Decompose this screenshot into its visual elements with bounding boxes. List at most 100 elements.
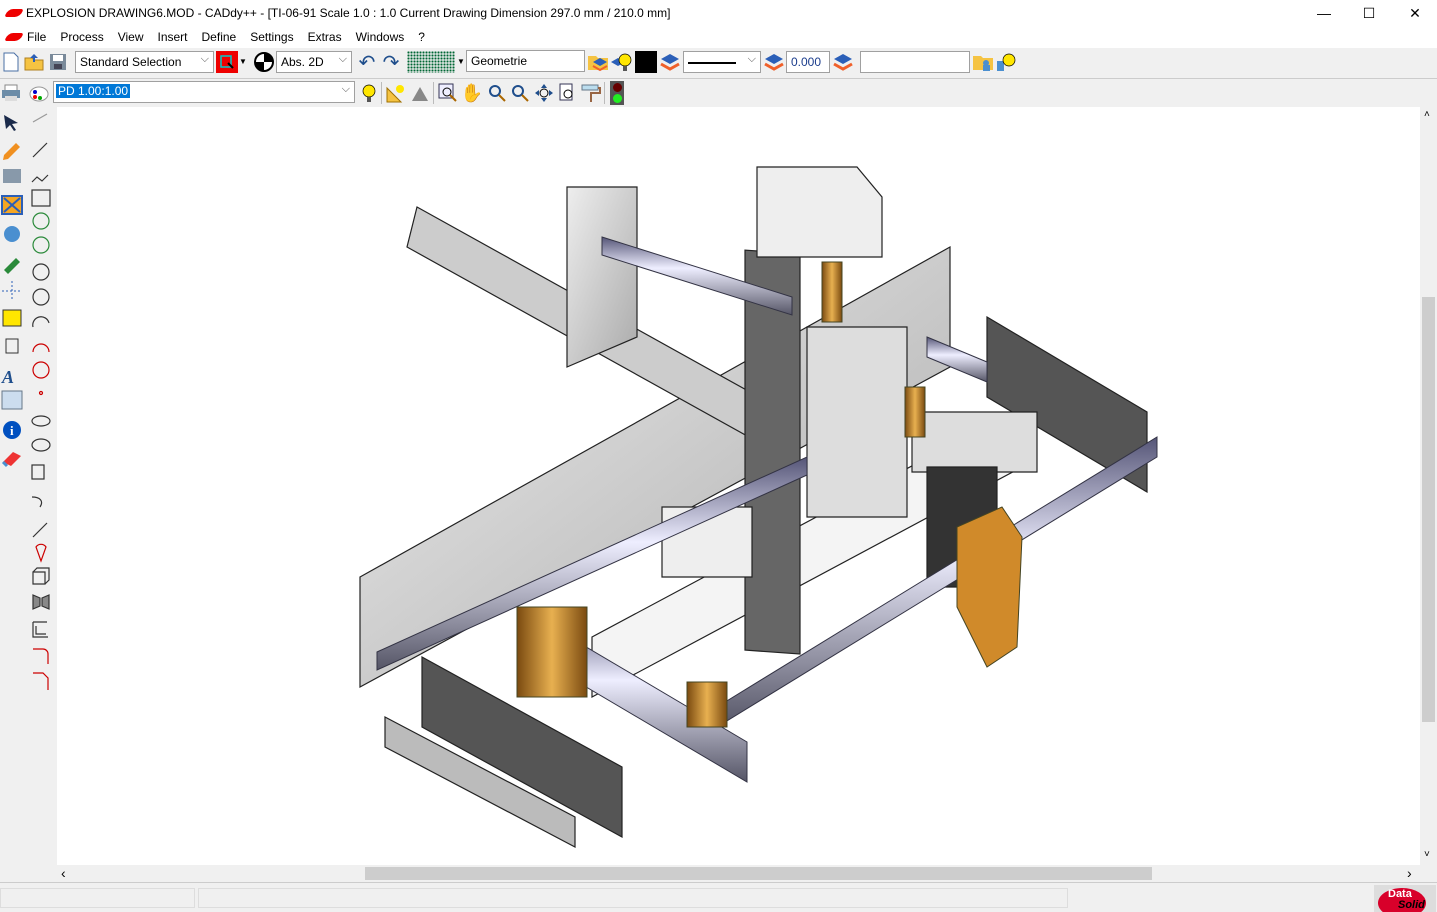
circle-concentric-icon[interactable] <box>32 236 50 254</box>
save-icon[interactable] <box>47 51 69 73</box>
polyline-icon[interactable] <box>31 174 49 183</box>
layer-visibility-icon[interactable] <box>610 51 632 73</box>
open-folder-icon[interactable] <box>23 51 45 73</box>
coordinate-mode-select[interactable]: Abs. 2D <box>276 51 352 73</box>
scroll-down-button[interactable]: ˅ <box>1424 849 1430 860</box>
svg-text:A: A <box>1 367 14 387</box>
minimize-button[interactable]: — <box>1301 0 1347 26</box>
chamfer-icon[interactable] <box>33 672 49 690</box>
traffic-light-icon[interactable] <box>610 81 624 105</box>
status-bar: Data Solid <box>0 882 1437 912</box>
line-icon[interactable] <box>32 142 48 158</box>
close-button[interactable]: ✕ <box>1392 0 1437 26</box>
layers-icon-2[interactable] <box>763 51 785 73</box>
zoom-out-icon[interactable] <box>509 82 531 104</box>
layer-folder-icon[interactable] <box>587 51 609 73</box>
set-square-icon[interactable] <box>385 82 407 104</box>
mirror-icon[interactable] <box>32 594 50 610</box>
menu-define[interactable]: Define <box>195 30 244 44</box>
pencil-draw-icon[interactable] <box>3 143 20 160</box>
parallel-line-icon[interactable] <box>32 522 48 538</box>
construction-lines-icon[interactable] <box>2 281 22 301</box>
fillet-icon[interactable] <box>33 648 49 664</box>
new-file-icon[interactable] <box>0 51 22 73</box>
select-arrow-icon[interactable] <box>4 115 18 131</box>
dimension-icon[interactable] <box>2 309 22 327</box>
grid-icon[interactable] <box>407 51 455 73</box>
maximize-button[interactable]: ☐ <box>1346 0 1392 26</box>
redo-icon[interactable]: ↷ <box>380 51 402 74</box>
sketch-icon[interactable] <box>31 464 45 480</box>
circle-tangent-icon[interactable] <box>32 361 50 379</box>
circle-center-icon[interactable] <box>32 212 50 230</box>
zoom-in-icon[interactable] <box>486 82 508 104</box>
ellipse-box-icon[interactable] <box>31 438 51 452</box>
hatch-icon[interactable] <box>1 390 23 410</box>
print-icon[interactable] <box>0 82 22 104</box>
dropdown-arrow-icon[interactable]: ▼ <box>239 57 247 66</box>
grid-dropdown-arrow-icon[interactable]: ▼ <box>457 57 465 66</box>
layers-icon-3[interactable] <box>832 51 854 73</box>
palette-icon[interactable] <box>28 82 50 104</box>
menu-insert[interactable]: Insert <box>151 30 195 44</box>
circle-three-point-icon[interactable] <box>32 288 50 306</box>
layers-icon[interactable] <box>659 51 681 73</box>
light-bulb-icon[interactable] <box>358 82 380 104</box>
text-field[interactable] <box>860 51 970 73</box>
color-swatch[interactable] <box>635 51 657 73</box>
modify-tools-icon[interactable] <box>3 169 21 183</box>
selection-mode-select[interactable]: Standard Selection <box>75 51 214 73</box>
group-folder-icon[interactable] <box>972 51 994 73</box>
zoom-page-icon[interactable] <box>556 82 578 104</box>
menu-settings[interactable]: Settings <box>243 30 300 44</box>
view-scale-value: PD 1.00:1.00 <box>56 84 131 98</box>
contour-icon[interactable] <box>35 543 47 563</box>
zoom-all-icon[interactable] <box>533 82 555 104</box>
scroll-left-button[interactable]: ‹ <box>61 865 66 881</box>
horizontal-scrollbar[interactable]: ‹ › <box>57 865 1420 882</box>
paint-roller-icon[interactable] <box>580 82 602 104</box>
delete-element-icon[interactable] <box>1 195 23 215</box>
eraser-icon[interactable] <box>1 452 21 468</box>
undo-icon[interactable]: ↶ <box>356 51 378 74</box>
rotate-icon[interactable] <box>4 226 20 242</box>
line-type-select[interactable] <box>683 51 761 73</box>
menu-extras[interactable]: Extras <box>301 30 349 44</box>
rectangle-icon[interactable] <box>31 189 51 207</box>
line-point-icon[interactable] <box>32 113 48 123</box>
scroll-right-button[interactable]: › <box>1407 865 1412 881</box>
text-icon[interactable]: A <box>1 367 14 387</box>
tool-ghost-icon[interactable] <box>409 82 431 104</box>
arc-icon[interactable] <box>32 316 50 328</box>
arc-three-point-icon[interactable] <box>32 343 50 353</box>
pan-hand-icon[interactable]: ✋ <box>461 82 483 104</box>
3d-box-icon[interactable] <box>32 567 50 585</box>
origin-target-icon[interactable] <box>253 51 275 73</box>
scroll-up-button[interactable]: ˄ <box>1424 109 1430 120</box>
info-icon[interactable]: i <box>3 421 21 439</box>
circle-radius-icon[interactable] <box>32 263 50 281</box>
point-icon[interactable] <box>38 390 44 396</box>
menu-file[interactable]: File <box>20 30 53 44</box>
menu-help[interactable]: ? <box>411 30 432 44</box>
line-width-field[interactable]: 0.000 <box>786 51 830 73</box>
view-scale-select[interactable]: PD 1.00:1.00 <box>53 81 355 103</box>
menu-windows[interactable]: Windows <box>349 30 412 44</box>
text-symbol-icon[interactable] <box>5 338 19 354</box>
spline-icon[interactable] <box>31 496 43 508</box>
ellipse-icon[interactable] <box>31 415 51 427</box>
layer-field[interactable]: Geometrie <box>466 50 585 72</box>
horizontal-scroll-thumb[interactable] <box>365 867 1152 880</box>
vertical-scroll-thumb[interactable] <box>1422 297 1435 722</box>
svg-text:i: i <box>10 423 14 438</box>
datasolid-logo: Data Solid <box>1374 885 1436 912</box>
menu-view[interactable]: View <box>111 30 151 44</box>
zoom-window-icon[interactable] <box>437 82 459 104</box>
group-visibility-icon[interactable] <box>995 51 1017 73</box>
vertical-scrollbar[interactable]: ˄ ˅ <box>1420 107 1437 865</box>
menu-process[interactable]: Process <box>53 30 110 44</box>
selection-window-icon[interactable] <box>216 51 238 73</box>
drawing-canvas[interactable] <box>57 107 1420 865</box>
edit-pen-icon[interactable] <box>4 258 20 274</box>
offset-icon[interactable] <box>32 621 48 638</box>
